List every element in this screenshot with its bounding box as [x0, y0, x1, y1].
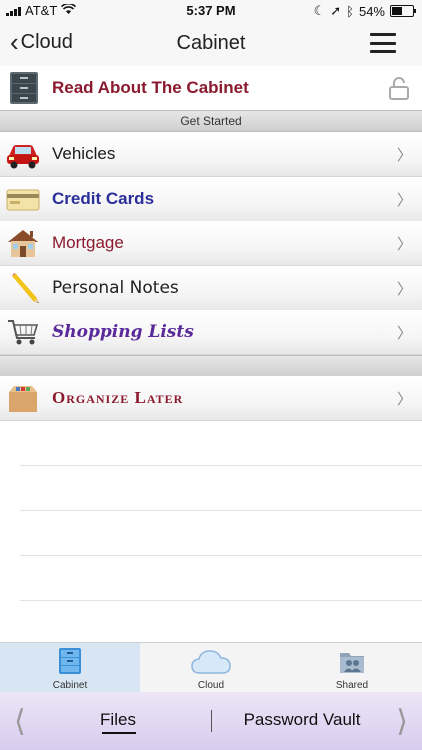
hamburger-menu-icon[interactable]	[370, 33, 396, 53]
status-bar: AT&T 5:37 PM ☾ ➚ ᛒ 54%	[0, 0, 422, 22]
tab-label: Cloud	[197, 680, 225, 691]
chevron-right-icon: 〉	[396, 325, 412, 342]
list-item-credit-cards[interactable]: Credit Cards 〉	[0, 177, 422, 222]
list-item-label: Shopping Lists	[52, 322, 194, 342]
bluetooth-icon: ᛒ	[346, 3, 354, 19]
list-item-label: Credit Cards	[52, 189, 155, 208]
read-about-label: Read About The Cabinet	[52, 78, 249, 97]
section-header-get-started: Get Started	[0, 110, 422, 132]
selected-underline	[102, 732, 136, 734]
tab-label: Cabinet	[52, 680, 88, 691]
pencil-icon	[6, 272, 40, 304]
divider	[211, 710, 212, 732]
tab-cloud[interactable]: Cloud	[141, 643, 281, 693]
list-item-label: Vehicles	[52, 144, 116, 163]
list-item-organize-later[interactable]: Organize Later 〉	[0, 376, 422, 421]
moon-icon: ☾	[313, 3, 326, 18]
file-cabinet-icon	[57, 647, 83, 680]
location-icon: ➚	[330, 3, 342, 18]
chevron-right-icon: 〉	[396, 391, 412, 408]
battery-icon	[390, 5, 416, 17]
credit-card-icon	[6, 183, 40, 215]
chevron-right-icon: 〉	[396, 281, 412, 298]
unlocked-lock-icon[interactable]	[388, 76, 410, 105]
chevron-right-icon: 〉	[396, 147, 412, 164]
shopping-cart-icon	[6, 316, 40, 348]
list-item-label: Personal Notes	[52, 278, 179, 298]
chevron-right-icon: 〉	[396, 192, 412, 209]
navigation-bar: ‹ Cloud Cabinet	[0, 22, 422, 67]
chevron-right-icon[interactable]: ⟩	[396, 704, 408, 739]
list-item-label: Organize Later	[52, 388, 184, 407]
battery-fill	[392, 7, 402, 15]
box-icon	[6, 382, 40, 414]
tab-cabinet[interactable]: Cabinet	[0, 643, 140, 693]
status-right: ☾ ➚ ᛒ 54%	[313, 3, 416, 19]
empty-row-divider	[20, 600, 422, 601]
empty-row-divider	[20, 465, 422, 466]
list-item-shopping-lists[interactable]: Shopping Lists 〉	[0, 310, 422, 355]
tab-shared[interactable]: Shared	[282, 643, 422, 693]
battery-label: 54%	[358, 3, 385, 19]
cloud-icon	[190, 647, 232, 682]
read-about-row[interactable]: Read About The Cabinet	[0, 66, 422, 110]
empty-row-divider	[20, 510, 422, 511]
car-icon	[6, 138, 40, 170]
password-vault-button[interactable]: Password Vault	[232, 710, 372, 730]
list-item-personal-notes[interactable]: Personal Notes 〉	[0, 266, 422, 311]
list-item-mortgage[interactable]: Mortgage 〉	[0, 221, 422, 266]
chevron-right-icon: 〉	[396, 236, 412, 253]
file-cabinet-icon	[8, 71, 40, 110]
tab-label: Shared	[335, 680, 369, 691]
section-divider	[0, 355, 422, 377]
list-item-label: Mortgage	[52, 233, 124, 252]
chevron-left-icon[interactable]: ⟨	[14, 704, 26, 739]
shared-folder-icon	[337, 647, 367, 680]
page-title: Cabinet	[176, 32, 246, 54]
tab-bar: Cabinet Cloud Shared	[0, 642, 422, 693]
bottom-switch-bar: ⟨ Files Password Vault ⟩	[0, 692, 422, 750]
empty-row-divider	[20, 555, 422, 556]
list-item-vehicles[interactable]: Vehicles 〉	[0, 132, 422, 177]
files-button[interactable]: Files	[68, 710, 168, 730]
house-icon	[6, 227, 40, 259]
